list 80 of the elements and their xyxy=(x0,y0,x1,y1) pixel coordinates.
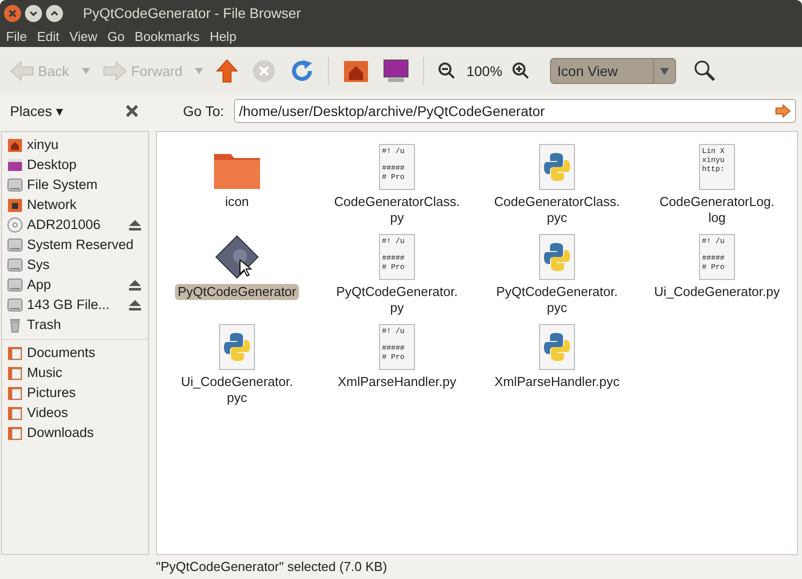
sidebar-item[interactable]: Sys xyxy=(2,255,148,275)
file-name[interactable]: Ui_CodeGenerator. pyc xyxy=(178,374,296,406)
folder-icon xyxy=(7,405,23,421)
back-arrow-icon xyxy=(10,60,34,82)
menu-item[interactable]: Go xyxy=(107,26,125,46)
computer-icon[interactable] xyxy=(383,59,410,83)
caret-icon xyxy=(660,68,670,74)
minimize-button[interactable] xyxy=(25,4,42,22)
close-icon[interactable] xyxy=(126,105,138,117)
file-name[interactable]: Ui_CodeGenerator.py xyxy=(651,284,783,300)
sidebar-item[interactable]: Pictures xyxy=(2,383,148,403)
eject-icon[interactable] xyxy=(128,218,142,232)
window-title: PyQtCodeGenerator - File Browser xyxy=(83,4,301,23)
menu-item[interactable]: Bookmarks xyxy=(134,26,200,46)
python-file-icon xyxy=(539,144,575,190)
sidebar-item[interactable]: Videos xyxy=(2,403,148,423)
chevron-up-icon xyxy=(50,8,59,18)
desktop-icon xyxy=(7,157,23,173)
places-dropdown[interactable]: Places ▾ xyxy=(10,100,63,122)
file-name[interactable]: icon xyxy=(222,194,252,210)
menu-item[interactable]: Help xyxy=(210,26,236,46)
zoom-in-icon[interactable] xyxy=(512,62,530,80)
drive-icon xyxy=(7,237,23,253)
zoom-level: 100% xyxy=(466,62,502,80)
home-folder-icon xyxy=(7,137,23,153)
file-name[interactable]: CodeGeneratorLog. log xyxy=(656,194,778,226)
sidebar-item[interactable]: ADR201006 xyxy=(2,215,148,235)
sidebar-item[interactable]: File System xyxy=(2,175,148,195)
drive-icon xyxy=(7,257,23,273)
drive-icon xyxy=(7,177,23,193)
close-icon xyxy=(8,8,17,18)
close-button[interactable] xyxy=(4,4,21,22)
file-name[interactable]: PyQtCodeGenerator xyxy=(174,284,300,300)
python-file-icon xyxy=(539,234,575,280)
sidebar-item[interactable]: Music xyxy=(2,363,148,383)
folder-icon xyxy=(7,345,23,361)
disc-icon xyxy=(7,217,23,233)
go-arrow-icon[interactable] xyxy=(775,104,791,118)
search-icon[interactable] xyxy=(694,60,716,82)
python-file-icon xyxy=(219,324,255,370)
file-name[interactable]: XmlParseHandler.pyc xyxy=(492,374,622,390)
eject-icon[interactable] xyxy=(128,278,142,292)
sidebar-item[interactable]: Desktop xyxy=(2,155,148,175)
file-name[interactable]: CodeGeneratorClass. py xyxy=(331,194,463,226)
location-label: Go To: xyxy=(183,102,224,120)
menu-item[interactable]: Edit xyxy=(36,26,60,46)
sidebar-item[interactable]: App xyxy=(2,275,148,295)
executable-icon xyxy=(214,234,260,280)
eject-icon[interactable] xyxy=(128,298,142,312)
file-name[interactable]: CodeGeneratorClass. pyc xyxy=(491,194,623,226)
folder-icon xyxy=(7,365,23,381)
menu-item[interactable]: View xyxy=(69,26,98,46)
maximize-button[interactable] xyxy=(46,4,63,22)
folder-icon xyxy=(7,385,23,401)
home-folder-icon[interactable] xyxy=(343,59,370,83)
zoom-out-icon[interactable] xyxy=(438,62,456,80)
drive-icon xyxy=(7,277,23,293)
location-field[interactable]: /home/user/Desktop/archive/PyQtCodeGenerator xyxy=(234,99,796,123)
sidebar-item[interactable]: System Reserved xyxy=(2,235,148,255)
view-dropdown[interactable]: Icon View xyxy=(550,58,676,84)
up-arrow-icon[interactable] xyxy=(216,59,238,83)
file-name[interactable]: PyQtCodeGenerator. pyc xyxy=(493,284,621,316)
trash-icon xyxy=(7,317,23,333)
python-file-icon xyxy=(539,324,575,370)
sidebar-item[interactable]: Trash xyxy=(2,315,148,335)
sidebar-item[interactable]: 143 GB File... xyxy=(2,295,148,315)
forward-arrow-icon xyxy=(103,60,128,82)
sidebar-item[interactable]: Network xyxy=(2,195,148,215)
menu-item[interactable]: File xyxy=(6,26,27,46)
reload-icon[interactable] xyxy=(290,59,314,83)
folder-icon xyxy=(7,425,23,441)
drive-icon xyxy=(7,297,23,313)
sidebar-item[interactable]: Downloads xyxy=(2,423,148,443)
chevron-down-icon xyxy=(29,8,38,18)
status-text: "PyQtCodeGenerator" selected (7.0 KB) xyxy=(156,558,388,576)
sidebar-item[interactable]: xinyu xyxy=(2,135,148,155)
file-name[interactable]: XmlParseHandler.py xyxy=(334,374,460,390)
file-name[interactable]: PyQtCodeGenerator. py xyxy=(333,284,461,316)
sidebar-item[interactable]: Documents xyxy=(2,343,148,363)
network-folder-icon xyxy=(7,197,23,213)
